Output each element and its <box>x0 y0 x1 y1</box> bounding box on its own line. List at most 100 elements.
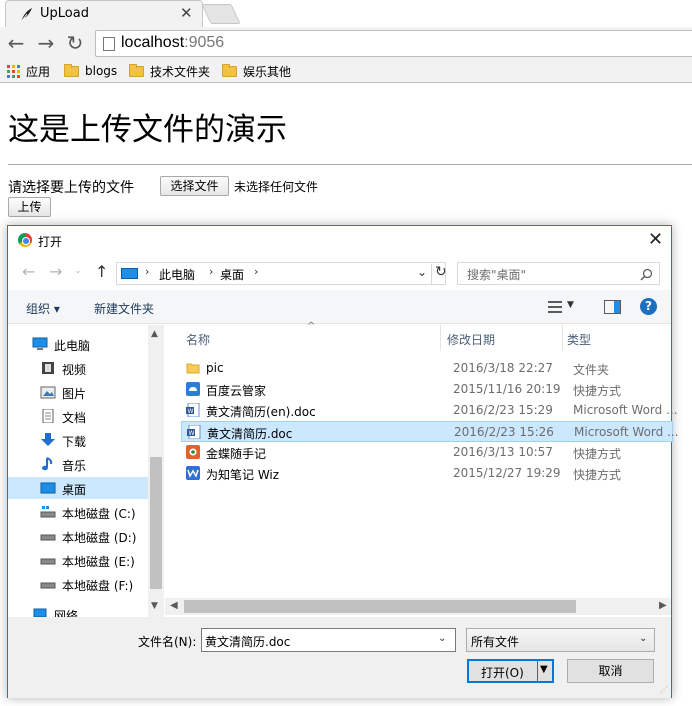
file-type: 快捷方式 <box>573 384 622 398</box>
baidu-cloud-icon <box>186 382 200 396</box>
scroll-left-icon[interactable]: ◀ <box>170 600 178 611</box>
filename-input[interactable]: 黄文清简历.doc ⌄ <box>201 628 456 652</box>
resize-grip-icon[interactable]: ⋰ <box>660 685 668 694</box>
nav-item-desktop[interactable]: 桌面 <box>8 477 148 499</box>
chevron-right-icon[interactable]: › <box>145 265 149 278</box>
search-input[interactable]: 搜索"桌面" <box>457 262 660 285</box>
chevron-right-icon[interactable]: › <box>209 265 213 278</box>
organize-button[interactable]: 组织 ▾ <box>26 300 60 317</box>
nav-item-downloads[interactable]: 下载 <box>8 429 148 451</box>
breadcrumb[interactable]: › 此电脑 › 桌面 › ⌄ ↻ <box>116 262 447 285</box>
bookmark-apps[interactable]: 应用 <box>7 62 50 80</box>
file-date: 2015/12/27 19:29 <box>453 466 561 480</box>
back-arrow-icon[interactable]: ← <box>22 262 35 281</box>
scroll-thumb[interactable] <box>150 457 162 589</box>
chevron-down-icon[interactable]: ⌄ <box>417 265 427 279</box>
nav-item-drive-c[interactable]: 本地磁盘 (C:) <box>8 501 148 523</box>
scroll-thumb[interactable] <box>184 600 576 613</box>
column-header-date[interactable]: 修改日期 <box>441 325 563 351</box>
nav-label: 桌面 <box>62 483 87 497</box>
file-type: Microsoft Word ... <box>574 425 679 439</box>
file-name: pic <box>206 361 224 375</box>
file-row[interactable]: pic 2016/3/18 22:27 文件夹 <box>181 358 673 379</box>
breadcrumb-this-pc[interactable]: 此电脑 <box>159 266 195 283</box>
nav-label: 本地磁盘 (D:) <box>62 531 137 545</box>
open-button[interactable]: 打开(O) ▼ <box>467 659 554 683</box>
nav-item-drive-e[interactable]: 本地磁盘 (E:) <box>8 549 148 571</box>
recent-chevron-icon[interactable]: ⌄ <box>74 266 82 276</box>
computer-icon <box>32 337 48 350</box>
file-row[interactable]: 金蝶随手记 2016/3/13 10:57 快捷方式 <box>181 442 673 463</box>
upload-button[interactable]: 上传 <box>8 197 51 217</box>
dialog-command-bar: 组织 ▾ 新建文件夹 ▼ ? <box>8 290 671 324</box>
tab-close-icon[interactable]: ✕ <box>180 4 193 22</box>
drive-icon <box>40 534 56 541</box>
filename-value: 黄文清简历.doc <box>205 635 291 649</box>
folder-icon <box>186 363 200 374</box>
reload-icon[interactable]: ↻ <box>64 32 86 54</box>
address-bar[interactable]: localhost:9056 <box>95 30 692 57</box>
tab-title: UpLoad <box>40 6 89 21</box>
nav-item-documents[interactable]: 文档 <box>8 405 148 427</box>
column-header-name[interactable]: 名称 <box>181 325 441 351</box>
scroll-up-icon[interactable]: ▲ <box>151 329 158 339</box>
open-dropdown-icon[interactable]: ▼ <box>540 664 548 675</box>
scroll-down-icon[interactable]: ▼ <box>151 601 158 611</box>
nav-item-drive-d[interactable]: 本地磁盘 (D:) <box>8 525 148 547</box>
choose-file-button[interactable]: 选择文件 <box>160 176 229 196</box>
back-arrow-icon[interactable]: ← <box>5 32 27 54</box>
filename-label: 文件名(N): <box>138 635 197 649</box>
nav-item-this-pc[interactable]: 此电脑 <box>8 333 148 355</box>
view-options-icon[interactable] <box>548 301 562 313</box>
file-row[interactable]: W 黄文清简历(en).doc 2016/2/23 15:29 Microsof… <box>181 400 678 421</box>
file-type: 快捷方式 <box>573 468 622 482</box>
word-doc-icon: W <box>187 425 201 439</box>
file-list-scrollbar[interactable]: ◀ ▶ <box>165 598 671 615</box>
nav-label: 本地磁盘 (F:) <box>62 579 134 593</box>
bookmark-label: 应用 <box>26 64 51 79</box>
nav-item-pictures[interactable]: 图片 <box>8 381 148 403</box>
column-header-type[interactable]: 类型 <box>563 325 671 351</box>
feather-icon <box>20 8 32 23</box>
chevron-down-icon: ⌄ <box>639 633 648 644</box>
scroll-right-icon[interactable]: ▶ <box>659 600 667 611</box>
bookmark-label: 娱乐其他 <box>243 64 292 79</box>
bookmark-tech-folder[interactable]: 技术文件夹 <box>129 62 210 80</box>
video-icon <box>42 362 54 374</box>
filetype-select[interactable]: 所有文件 ⌄ <box>466 628 655 652</box>
preview-pane-icon[interactable] <box>604 300 621 314</box>
documents-icon <box>42 409 54 423</box>
new-tab-button[interactable] <box>201 4 241 24</box>
chevron-right-icon[interactable]: › <box>254 265 258 278</box>
browser-tab[interactable]: UpLoad ✕ <box>5 0 203 27</box>
forward-arrow-icon[interactable]: → <box>35 32 57 54</box>
nav-item-drive-f[interactable]: 本地磁盘 (F:) <box>8 573 148 595</box>
up-arrow-icon[interactable]: ↑ <box>95 262 108 281</box>
bookmark-blogs[interactable]: blogs <box>64 62 117 80</box>
file-row-selected[interactable]: W 黄文清简历.doc 2016/2/23 15:26 Microsoft Wo… <box>181 421 679 442</box>
new-folder-button[interactable]: 新建文件夹 <box>94 300 154 317</box>
wiz-icon <box>186 466 200 480</box>
chevron-down-icon[interactable]: ▼ <box>567 300 574 310</box>
chevron-down-icon[interactable]: ⌄ <box>438 633 446 644</box>
file-row[interactable]: 百度云管家 2015/11/16 20:19 快捷方式 <box>181 379 673 400</box>
music-icon <box>42 457 53 471</box>
nav-item-network[interactable]: 网络 <box>8 603 148 617</box>
forward-arrow-icon[interactable]: → <box>49 262 62 281</box>
refresh-icon[interactable]: ↻ <box>431 264 447 285</box>
nav-scrollbar[interactable]: ▲ ▼ <box>148 325 164 617</box>
breadcrumb-desktop[interactable]: 桌面 <box>220 266 244 283</box>
folder-icon <box>222 63 237 77</box>
bookmark-entertainment[interactable]: 娱乐其他 <box>222 62 291 80</box>
file-date: 2015/11/16 20:19 <box>453 382 561 396</box>
nav-item-music[interactable]: 音乐 <box>8 453 148 475</box>
file-row[interactable]: 为知笔记 Wiz 2015/12/27 19:29 快捷方式 <box>181 463 673 484</box>
help-icon[interactable]: ? <box>640 298 657 315</box>
cancel-button[interactable]: 取消 <box>567 659 654 683</box>
nav-item-videos[interactable]: 视频 <box>8 357 148 379</box>
bookmark-label: 技术文件夹 <box>150 64 211 79</box>
file-name: 百度云管家 <box>206 384 267 398</box>
drive-icon <box>40 582 56 589</box>
dialog-close-icon[interactable]: ✕ <box>648 229 663 250</box>
search-icon <box>640 268 653 281</box>
